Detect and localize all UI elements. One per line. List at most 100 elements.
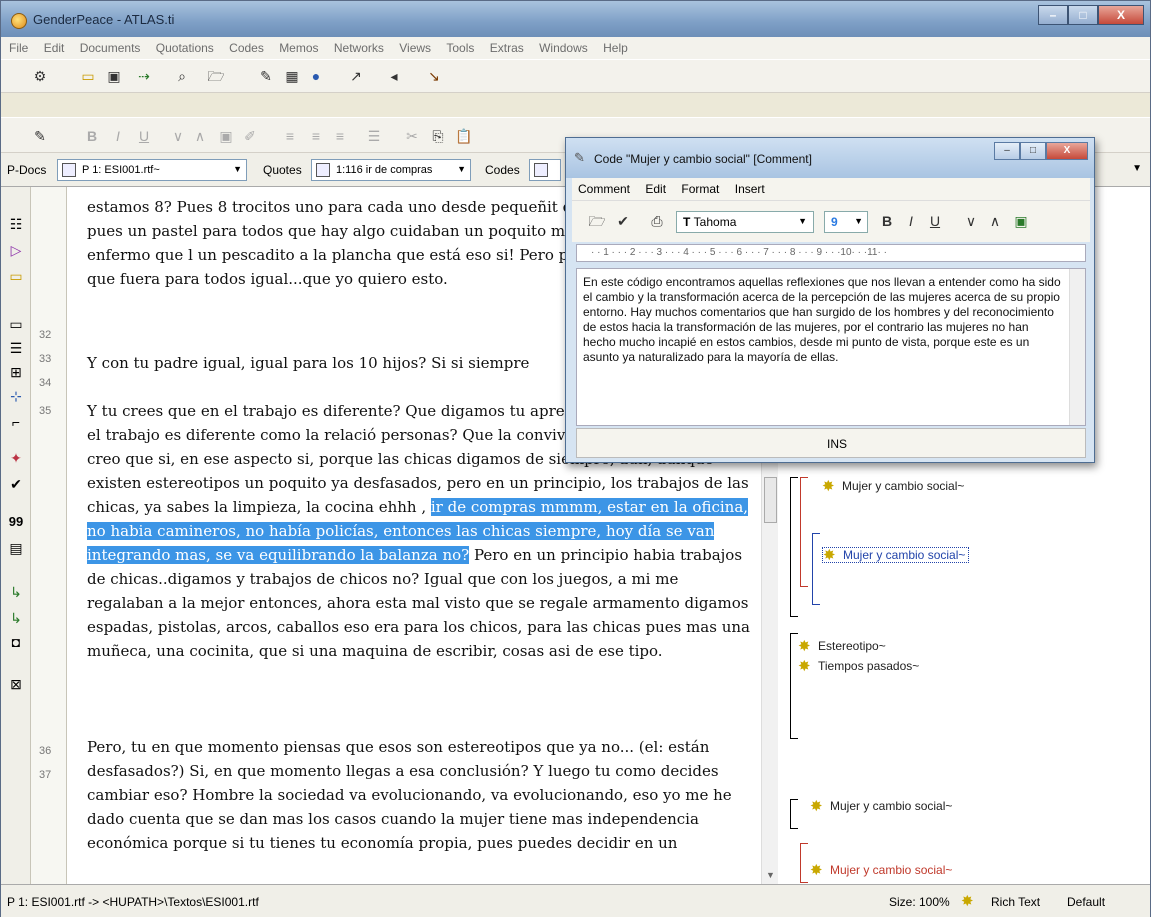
underline-icon[interactable]: U [135, 128, 153, 144]
code-combo[interactable] [529, 159, 561, 181]
bold-icon[interactable]: B [878, 213, 896, 229]
search-icon[interactable]: ⌕ [173, 68, 191, 84]
pen-icon[interactable]: ✎ [31, 128, 49, 144]
rectangle-icon[interactable]: ▭ [7, 315, 25, 333]
color-icon[interactable]: ▣ [217, 128, 235, 144]
menu-bar: File Edit Documents Quotations Codes Mem… [1, 37, 1150, 59]
relation-icon[interactable]: ↳ [7, 583, 25, 601]
margin-code[interactable]: ✸ Mujer y cambio social~ [810, 862, 952, 879]
open-folder-icon[interactable]: 🗁 [207, 68, 225, 84]
play-icon[interactable]: ▷ [7, 241, 25, 259]
highlight-icon[interactable]: ✐ [241, 128, 259, 144]
back-icon[interactable]: ◂ [385, 68, 403, 84]
menu-edit[interactable]: Edit [38, 37, 71, 59]
color-icon[interactable]: ▣ [1012, 213, 1030, 229]
increase-icon[interactable]: ∧ [191, 128, 209, 144]
text-lines-icon[interactable]: ☰ [7, 339, 25, 357]
scrollbar-thumb[interactable] [764, 477, 777, 523]
main-toolbar: ⚙ ▭ ▣ ⇢ ⌕ 🗁 ✎ ▦ ● ↗ ◂ ↘ [1, 59, 1150, 93]
link-icon[interactable]: ⌐ [7, 413, 25, 431]
font-family-value: Tahoma [693, 215, 737, 229]
margin-code-label: Estereotipo~ [818, 639, 886, 653]
align-right-icon[interactable]: ≡ [331, 128, 349, 144]
list-icon[interactable]: ☷ [7, 215, 25, 233]
comment-scrollbar[interactable] [1069, 269, 1085, 425]
menu-file[interactable]: File [1, 37, 34, 59]
cut-icon[interactable]: ✂ [403, 128, 421, 144]
forward-icon[interactable]: ↘ [425, 68, 443, 84]
comment-editor[interactable]: En este código encontramos aquellas refl… [576, 268, 1086, 426]
margin-code-selected[interactable]: ✸ Mujer y cambio social~ [822, 547, 970, 564]
menu-codes[interactable]: Codes [223, 37, 270, 59]
margin-code[interactable]: ✸ Mujer y cambio social~ [810, 798, 952, 815]
status-format: Rich Text [991, 895, 1041, 909]
grid-icon[interactable]: ▤ [7, 539, 25, 557]
quote-icon[interactable]: 99 [7, 513, 25, 531]
code-star-icon: ✸ [810, 798, 823, 815]
maximize-button[interactable]: □ [1068, 5, 1098, 25]
margin-code[interactable]: ✸ Mujer y cambio social~ [822, 478, 964, 495]
dialog-menu-format[interactable]: Format [675, 178, 725, 200]
globe-icon[interactable]: ● [307, 68, 325, 84]
edit-icon[interactable]: ✎ [257, 68, 275, 84]
dialog-title-bar[interactable]: ✎ Code "Mujer y cambio social" [Comment]… [566, 138, 1094, 178]
close-button[interactable]: X [1098, 5, 1144, 25]
bullets-icon[interactable]: ☰ [365, 128, 383, 144]
quote-combo[interactable]: 1:116 ir de compras ▼ [311, 159, 471, 181]
network-view-icon[interactable]: ⊠ [7, 675, 25, 693]
atlas-app-icon [11, 13, 27, 29]
align-left-icon[interactable]: ≡ [281, 128, 299, 144]
italic-icon[interactable]: I [902, 213, 920, 229]
menu-tools[interactable]: Tools [440, 37, 480, 59]
hermeneutic-unit-icon[interactable]: ⚙ [31, 68, 49, 84]
menu-views[interactable]: Views [393, 37, 437, 59]
margin-code[interactable]: ✸ Estereotipo~ [798, 638, 886, 655]
code-assign-icon[interactable]: ✦ [7, 449, 25, 467]
dialog-maximize-button[interactable]: □ [1020, 142, 1046, 160]
title-bar[interactable]: GenderPeace - ATLAS.ti – □ X [1, 1, 1150, 37]
bold-icon[interactable]: B [83, 128, 101, 144]
minimize-button[interactable]: – [1038, 5, 1068, 25]
dialog-menu-comment[interactable]: Comment [572, 178, 636, 200]
frame-icon[interactable]: ◘ [7, 633, 25, 651]
menu-quotations[interactable]: Quotations [150, 37, 220, 59]
check-icon[interactable]: ✔ [7, 475, 25, 493]
align-center-icon[interactable]: ≡ [307, 128, 325, 144]
dialog-minimize-button[interactable]: – [994, 142, 1020, 160]
italic-icon[interactable]: I [109, 128, 127, 144]
font-size-select[interactable]: 9 ▼ [824, 211, 868, 233]
chevron-down-icon[interactable]: ▼ [1132, 163, 1142, 174]
menu-networks[interactable]: Networks [328, 37, 390, 59]
paste-icon[interactable]: 📋 [455, 128, 473, 144]
menu-windows[interactable]: Windows [533, 37, 594, 59]
menu-memos[interactable]: Memos [273, 37, 324, 59]
print-icon[interactable]: ⎙ [648, 213, 666, 229]
margin-code[interactable]: ✸ Tiempos pasados~ [798, 658, 919, 675]
decrease-icon[interactable]: ∨ [962, 213, 980, 229]
menu-help[interactable]: Help [597, 37, 634, 59]
open-folder-icon[interactable]: 🗁 [588, 213, 606, 229]
check-icon[interactable]: ✔ [614, 213, 632, 229]
window-icon[interactable]: ▭ [7, 267, 25, 285]
scroll-down-icon[interactable]: ▼ [766, 870, 775, 880]
dialog-close-button[interactable]: X [1046, 142, 1088, 160]
save-icon[interactable]: ▣ [105, 68, 123, 84]
assign-icon[interactable]: ⇢ [135, 68, 153, 84]
font-family-select[interactable]: T Tahoma ▼ [676, 211, 814, 233]
dialog-menu-edit[interactable]: Edit [639, 178, 672, 200]
network-icon[interactable]: ⊹ [7, 387, 25, 405]
copy-icon[interactable]: ⎘ [429, 128, 447, 144]
new-document-icon[interactable]: ▭ [79, 68, 97, 84]
code-bracket [812, 533, 820, 605]
increase-icon[interactable]: ∧ [986, 213, 1004, 229]
tools-icon[interactable]: ↗ [347, 68, 365, 84]
decrease-icon[interactable]: ∨ [169, 128, 187, 144]
table-icon[interactable]: ▦ [283, 68, 301, 84]
underline-icon[interactable]: U [926, 213, 944, 229]
menu-extras[interactable]: Extras [484, 37, 530, 59]
pdoc-combo[interactable]: P 1: ESI001.rtf~ ▼ [57, 159, 247, 181]
relation-two-icon[interactable]: ↳ [7, 609, 25, 627]
tree-icon[interactable]: ⊞ [7, 363, 25, 381]
menu-documents[interactable]: Documents [74, 37, 147, 59]
dialog-menu-insert[interactable]: Insert [729, 178, 771, 200]
